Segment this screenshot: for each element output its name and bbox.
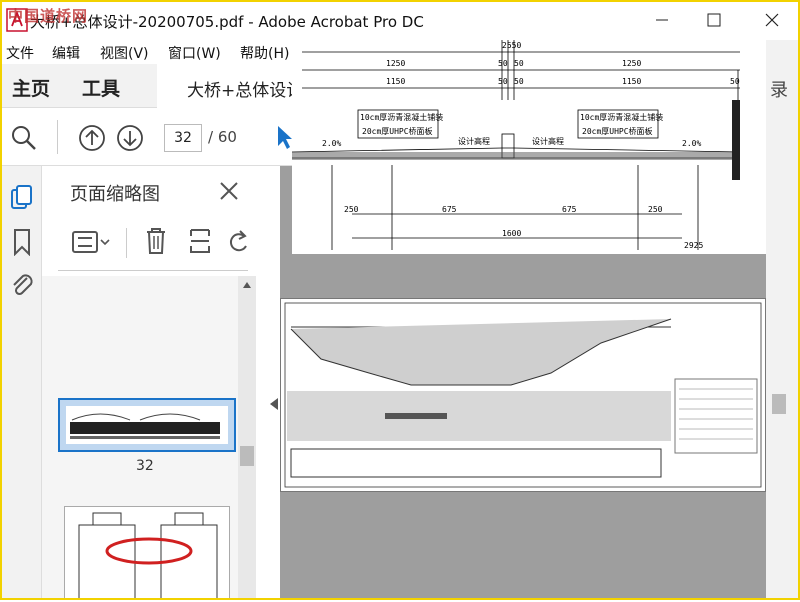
menu-file[interactable]: 文件	[6, 43, 34, 63]
menu-help[interactable]: 帮助(H)	[240, 43, 289, 63]
label-slope-right: 2.0%	[682, 139, 701, 148]
thumbnail-list[interactable]: 32	[42, 276, 238, 598]
pdf-page-next	[280, 298, 766, 492]
delete-icon[interactable]	[144, 226, 168, 256]
thumbnail-page-32[interactable]	[58, 398, 236, 452]
dim-bottom-2: 675	[442, 205, 457, 214]
dim-center-right: 50	[514, 59, 524, 68]
label-design-elev-right: 设计高程	[532, 136, 564, 146]
thumbnail-options-icon[interactable]	[72, 228, 112, 256]
toolbar-divider	[57, 120, 58, 154]
window-title: 大桥+总体设计-20200705.pdf - Adobe Acrobat Pro…	[30, 13, 424, 31]
dim-bottom-total: 1600	[502, 229, 521, 238]
page-up-icon[interactable]	[78, 124, 106, 152]
scroll-left-icon[interactable]	[268, 396, 280, 412]
bridge-cross-section-drawing: 2550 1250 50 50 1250 1150 50 50 1150 50 …	[291, 40, 741, 250]
thumbnail-page-33[interactable]	[64, 506, 230, 598]
close-icon	[765, 13, 779, 27]
watermark: 中国道桥网	[8, 7, 89, 25]
dim-bottom-4: 250	[648, 205, 663, 214]
label-slope-left: 2.0%	[322, 139, 341, 148]
menu-edit[interactable]: 编辑	[52, 43, 80, 63]
menu-view[interactable]: 视图(V)	[100, 43, 149, 63]
dim-right-deck: 1150	[622, 77, 641, 86]
right-pane-label: 录	[770, 80, 788, 101]
left-rail	[2, 166, 42, 598]
bookmark-icon[interactable]	[12, 228, 32, 256]
rotate-icon[interactable]	[226, 228, 252, 256]
tab-tools[interactable]: 工具	[82, 74, 120, 101]
panel-divider	[126, 228, 127, 258]
dim-center-left-2: 50	[498, 77, 508, 86]
menu-window[interactable]: 窗口(W)	[168, 43, 221, 63]
dim-bottom-1: 250	[344, 205, 359, 214]
label-design-elev-left: 设计高程	[458, 136, 490, 146]
close-button[interactable]	[752, 6, 792, 34]
dim-left-deck: 1150	[386, 77, 405, 86]
tab-document[interactable]: 大桥+总体设计	[157, 64, 303, 108]
search-icon[interactable]	[10, 124, 38, 152]
panel-title: 页面缩略图	[70, 184, 160, 205]
minimize-button[interactable]	[642, 6, 682, 34]
thumbnail-label: 32	[136, 458, 154, 474]
viewer-scroll-thumb[interactable]	[772, 394, 786, 414]
label-asphalt-right: 10cm厚沥青混凝土铺装	[580, 112, 663, 122]
page-down-icon[interactable]	[116, 124, 144, 152]
page-thumbnails-icon[interactable]	[10, 184, 34, 212]
title-bar: 大桥+总体设计-20200705.pdf - Adobe Acrobat Pro…	[2, 2, 798, 40]
page-total: / 60	[208, 128, 237, 146]
right-pane-edge: 录	[766, 40, 798, 598]
extract-icon[interactable]	[188, 226, 212, 256]
select-cursor-icon[interactable]	[276, 124, 292, 150]
pdf-page-current: 2550 1250 50 50 1250 1150 50 50 1150 50 …	[291, 40, 766, 254]
tab-home[interactable]: 主页	[12, 74, 50, 101]
thumbnail-image	[66, 406, 228, 444]
dim-right-half: 1250	[622, 59, 641, 68]
dim-left-half: 1250	[386, 59, 405, 68]
toolbar: 32 / 60	[2, 108, 292, 166]
close-icon[interactable]	[218, 180, 240, 202]
dim-bottom-3: 675	[562, 205, 577, 214]
document-tab-label: 大桥+总体设计	[187, 81, 304, 101]
thumbnail-image	[78, 512, 218, 598]
bridge-elevation-drawing	[284, 302, 762, 488]
dim-center-right-2: 50	[514, 77, 524, 86]
thumbnail-scrollbar[interactable]	[238, 276, 256, 598]
dim-edge: 50	[730, 77, 740, 86]
label-asphalt-left: 10cm厚沥青混凝土铺装	[360, 112, 443, 122]
dim-center-left: 50	[498, 59, 508, 68]
panel-separator	[58, 270, 248, 271]
minimize-icon	[656, 19, 668, 21]
label-uhpc-left: 20cm厚UHPC桥面板	[362, 126, 433, 136]
label-uhpc-right: 20cm厚UHPC桥面板	[582, 126, 653, 136]
attachment-icon[interactable]	[8, 270, 36, 298]
maximize-button[interactable]	[694, 6, 734, 34]
thumbnail-panel: 页面缩略图 32	[42, 166, 280, 598]
maximize-icon	[707, 13, 721, 27]
page-number-input[interactable]: 32	[164, 124, 202, 152]
dim-bottom-height: 2925	[684, 241, 703, 250]
dim-total-width: 2550	[502, 41, 521, 50]
